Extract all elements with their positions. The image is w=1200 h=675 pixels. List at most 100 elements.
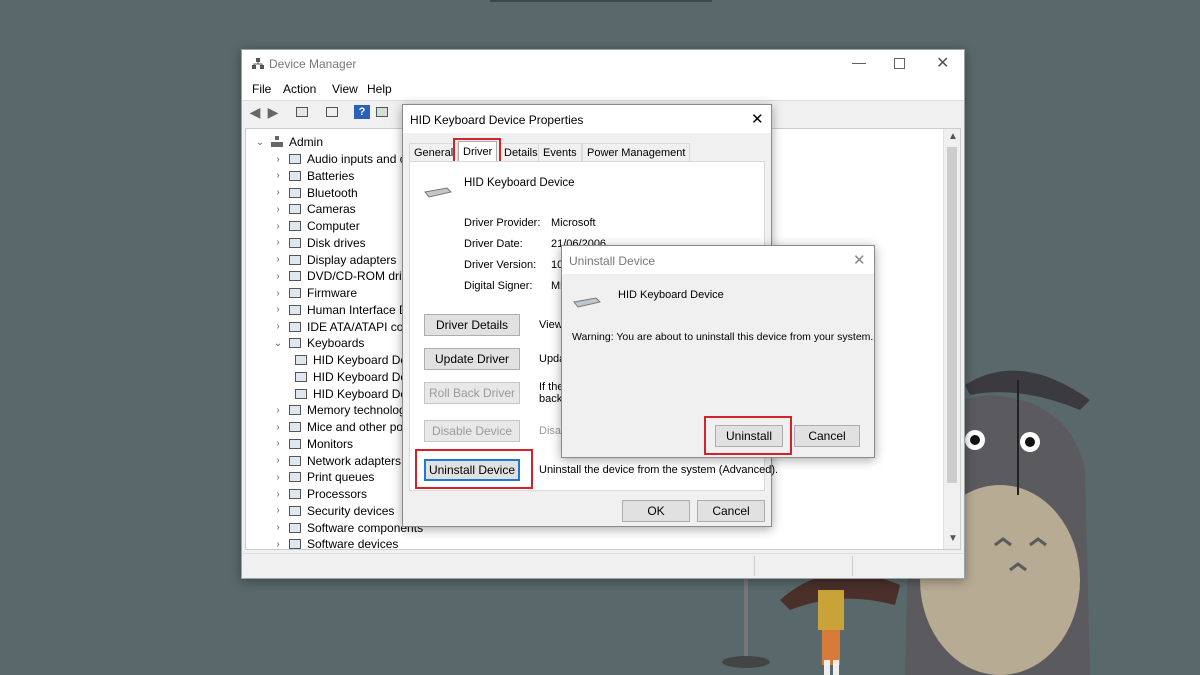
chevron-right-icon[interactable]: › [272,187,284,198]
disable-device-button[interactable]: Disable Device [424,420,520,442]
dvd-icon [288,270,302,282]
chevron-right-icon[interactable]: › [272,304,284,315]
tree-scrollbar[interactable]: ▲ ▼ [943,129,960,549]
scroll-thumb[interactable] [947,147,957,483]
chevron-right-icon[interactable]: › [272,438,284,449]
tab-power-management[interactable]: Power Management [582,143,691,161]
chevron-right-icon[interactable]: › [272,321,284,332]
close-icon[interactable]: ✕ [936,53,949,73]
tree-child-item[interactable]: HID Keyboard De [290,386,407,402]
properties-close-icon[interactable]: ✕ [751,110,764,128]
chevron-right-icon[interactable]: › [272,405,284,416]
tree-category-item[interactable]: › Cameras [272,201,355,217]
minimize-icon[interactable]: — [852,54,866,70]
tab-details[interactable]: Details [499,143,543,161]
tree-child-item[interactable]: HID Keyboard De [290,352,407,368]
back-arrow-icon[interactable]: ◀ [247,104,263,120]
menu-bar: File Action View Help [242,78,964,100]
chevron-right-icon[interactable]: › [272,455,284,466]
show-hide-tree-icon[interactable] [324,105,340,119]
chevron-right-icon[interactable]: › [272,539,284,549]
uninstall-cancel-button[interactable]: Cancel [794,425,860,447]
memory-icon [288,404,302,416]
chevron-right-icon[interactable]: › [272,288,284,299]
chevron-down-icon[interactable]: ⌄ [254,137,266,148]
tree-item-label: Disk drives [307,235,366,250]
maximize-icon[interactable] [894,58,905,69]
network-icon [288,455,302,467]
menu-file[interactable]: File [252,82,271,96]
menu-action[interactable]: Action [283,82,316,96]
tree-item-label: Mice and other poin [307,420,413,434]
chevron-right-icon[interactable]: › [272,505,284,516]
tree-category-item[interactable]: › Network adapters [272,453,401,469]
bluetooth-icon [288,187,302,199]
update-driver-button[interactable]: Update Driver [424,348,520,370]
cancel-button[interactable]: Cancel [697,500,765,522]
tree-category-item[interactable]: › Software devices [272,536,398,549]
tree-category-item[interactable]: › Batteries [272,168,354,184]
tree-category-item[interactable]: › Print queues [272,469,374,485]
menu-view[interactable]: View [332,82,358,96]
driver-version-label: Driver Version: [464,259,537,271]
tree-item-label: Print queues [307,470,375,485]
hid-icon [288,304,302,316]
chevron-right-icon[interactable]: › [272,154,284,165]
tree-category-item[interactable]: ⌄ Keyboards [272,335,365,351]
roll-back-desc: If the back [539,381,564,405]
tree-category-item[interactable]: › Firmware [272,285,357,301]
chevron-down-icon[interactable]: ⌄ [272,338,284,349]
display-adapter-icon [288,254,302,266]
tree-category-item[interactable]: › Memory technolog [272,402,405,418]
chevron-right-icon[interactable]: › [272,489,284,500]
title-bar[interactable]: Device Manager — ✕ [242,50,964,78]
tree-category-item[interactable]: › Human Interface De [272,302,414,318]
update-driver-icon[interactable] [374,105,390,119]
driver-provider-value: Microsoft [551,217,596,229]
tree-category-item[interactable]: › Software components [272,520,423,536]
status-divider [754,556,755,576]
chevron-right-icon[interactable]: › [272,472,284,483]
tree-category-item[interactable]: › Disk drives [272,235,366,251]
tree-item-label: Security devices [307,503,395,518]
digital-signer-label: Digital Signer: [464,280,533,292]
tab-general[interactable]: General [409,143,459,161]
speaker-icon [288,153,302,165]
tree-category-item[interactable]: › Computer [272,218,359,234]
help-icon[interactable]: ? [354,105,370,119]
scroll-down-icon[interactable]: ▼ [948,533,958,544]
roll-back-driver-button[interactable]: Roll Back Driver [424,382,520,404]
tree-child-item[interactable]: HID Keyboard De [290,369,407,385]
properties-title: HID Keyboard Device Properties [410,113,584,127]
scroll-up-icon[interactable]: ▲ [948,131,958,142]
chevron-right-icon[interactable]: › [272,237,284,248]
tree-category-item[interactable]: › Processors [272,486,367,502]
tab-events[interactable]: Events [538,143,582,161]
forward-arrow-icon[interactable]: ▶ [265,104,281,120]
tree-category-item[interactable]: › Bluetooth [272,185,357,201]
tree-category-item[interactable]: › Monitors [272,436,353,452]
chevron-right-icon[interactable]: › [272,170,284,181]
chevron-right-icon[interactable]: › [272,422,284,433]
tree-category-item[interactable]: › DVD/CD-ROM drive [272,268,414,284]
chevron-right-icon[interactable]: › [272,204,284,215]
chevron-right-icon[interactable]: › [272,221,284,232]
driver-details-button[interactable]: Driver Details [424,314,520,336]
tree-category-item[interactable]: › IDE ATA/ATAPI contr [272,319,417,335]
uninstall-button[interactable]: Uninstall [715,425,783,447]
tree-category-item[interactable]: › Display adapters [272,252,396,268]
properties-view-icon[interactable] [294,105,310,119]
properties-title-bar[interactable]: HID Keyboard Device Properties ✕ [403,105,771,133]
tree-category-item[interactable]: › Security devices [272,503,394,519]
uninstall-title-bar[interactable]: Uninstall Device ✕ [562,246,874,274]
tree-item-label: Display adapters [307,252,397,267]
ok-button[interactable]: OK [622,500,690,522]
tree-root[interactable]: ⌄ Admin [254,134,323,150]
chevron-right-icon[interactable]: › [272,271,284,282]
tree-category-item[interactable]: › Mice and other poin [272,419,412,435]
tree-category-item[interactable]: › Audio inputs and ou [272,151,413,167]
menu-help[interactable]: Help [367,82,392,96]
chevron-right-icon[interactable]: › [272,522,284,533]
uninstall-close-icon[interactable]: ✕ [853,251,866,269]
chevron-right-icon[interactable]: › [272,254,284,265]
